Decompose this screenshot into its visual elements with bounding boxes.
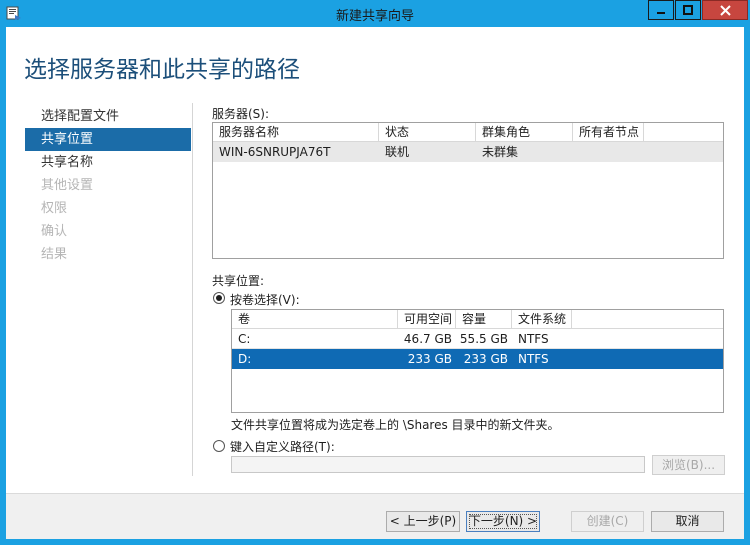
wizard-window: 新建共享向导 选择服务器和此共享的路径 选择配置文件 共享位置 共享名称 其他设… <box>0 0 750 545</box>
column-header-capacity[interactable]: 容量 <box>456 310 512 328</box>
page-heading: 选择服务器和此共享的路径 <box>24 57 300 83</box>
nav-step-permissions: 权限 <box>41 201 68 216</box>
previous-button[interactable]: < 上一步(P) <box>386 511 460 532</box>
nav-divider <box>192 103 193 476</box>
table-row[interactable]: C: 46.7 GB 55.5 GB NTFS <box>232 329 723 349</box>
cancel-button[interactable]: 取消 <box>651 511 724 532</box>
title-bar[interactable]: 新建共享向导 <box>0 0 750 26</box>
maximize-icon <box>683 5 693 15</box>
column-header-cluster-role[interactable]: 群集角色 <box>476 123 573 141</box>
nav-step-other-settings: 其他设置 <box>41 178 94 193</box>
nav-step-results: 结果 <box>41 247 68 262</box>
column-header-server-name[interactable]: 服务器名称 <box>213 123 379 141</box>
capacity-cell: 233 GB <box>463 352 508 366</box>
wizard-steps-nav: 选择配置文件 共享位置 共享名称 其他设置 权限 确认 结果 <box>25 105 191 266</box>
servers-table-header: 服务器名称 状态 群集角色 所有者节点 <box>213 123 723 142</box>
minimize-button[interactable] <box>648 0 674 20</box>
custom-path-label[interactable]: 键入自定义路径(T): <box>230 438 335 455</box>
custom-path-radio[interactable] <box>213 440 225 452</box>
server-role-cell: 未群集 <box>482 145 519 159</box>
capacity-cell: 55.5 GB <box>459 332 508 346</box>
wizard-footer: < 上一步(P) 下一步(N) > 创建(C) 取消 <box>6 493 744 539</box>
server-name-cell: WIN-6SNRUPJA76T <box>219 145 331 159</box>
server-owner-cell <box>573 142 644 162</box>
nav-step-share-name[interactable]: 共享名称 <box>25 151 191 174</box>
file-system-cell: NTFS <box>518 332 549 346</box>
column-header-volume[interactable]: 卷 <box>232 310 398 328</box>
wizard-content: 选择服务器和此共享的路径 选择配置文件 共享位置 共享名称 其他设置 权限 确认… <box>6 27 744 539</box>
volume-cell: D: <box>238 352 252 366</box>
table-row-selected[interactable]: D: 233 GB 233 GB NTFS <box>232 349 723 369</box>
column-header-owner-node[interactable]: 所有者节点 <box>573 123 644 141</box>
servers-label: 服务器(S): <box>212 107 270 121</box>
column-header-free-space[interactable]: 可用空间 <box>398 310 456 328</box>
by-volume-radio[interactable] <box>213 292 225 304</box>
close-icon <box>719 4 731 16</box>
custom-path-input[interactable] <box>231 456 645 473</box>
close-button[interactable] <box>702 0 748 20</box>
window-title: 新建共享向导 <box>335 9 414 24</box>
nav-step-select-profile[interactable]: 选择配置文件 <box>25 105 191 128</box>
volume-cell: C: <box>238 332 251 346</box>
file-system-cell: NTFS <box>518 352 549 366</box>
free-space-cell: 46.7 GB <box>403 332 452 346</box>
minimize-icon <box>657 12 665 14</box>
server-status-cell: 联机 <box>385 145 410 159</box>
next-button[interactable]: 下一步(N) > <box>466 511 540 532</box>
share-location-note: 文件共享位置将成为选定卷上的 \Shares 目录中的新文件夹。 <box>231 418 560 432</box>
free-space-cell: 233 GB <box>407 352 452 366</box>
create-button[interactable]: 创建(C) <box>571 511 644 532</box>
volumes-table[interactable]: 卷 可用空间 容量 文件系统 C: 46.7 GB 55.5 GB NTFS D… <box>231 309 724 413</box>
column-header-file-system[interactable]: 文件系统 <box>512 310 572 328</box>
by-volume-label[interactable]: 按卷选择(V): <box>230 291 300 308</box>
maximize-button[interactable] <box>675 0 701 20</box>
nav-step-confirm: 确认 <box>41 224 68 239</box>
table-row[interactable]: WIN-6SNRUPJA76T 联机 未群集 <box>213 142 723 162</box>
servers-table[interactable]: 服务器名称 状态 群集角色 所有者节点 WIN-6SNRUPJA76T 联机 未… <box>212 122 724 259</box>
column-header-status[interactable]: 状态 <box>379 123 476 141</box>
nav-step-share-location[interactable]: 共享位置 <box>25 128 191 151</box>
browse-button[interactable]: 浏览(B)... <box>652 455 725 475</box>
share-location-label: 共享位置: <box>212 274 265 288</box>
volumes-table-header: 卷 可用空间 容量 文件系统 <box>232 310 723 329</box>
